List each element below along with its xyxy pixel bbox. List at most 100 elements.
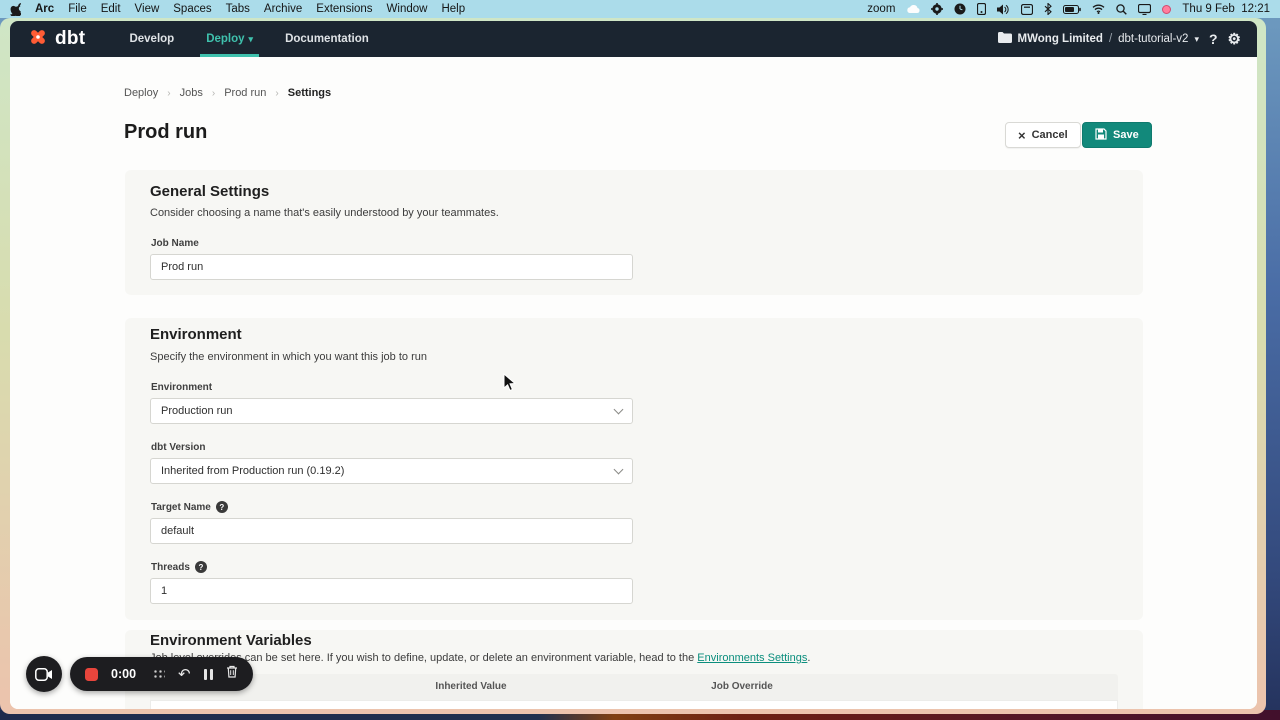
threads-input[interactable] bbox=[150, 578, 633, 604]
menubar-item-archive[interactable]: Archive bbox=[264, 3, 302, 15]
environment-variables-description: Job level overrides can be set here. If … bbox=[150, 652, 1110, 664]
cancel-button[interactable]: × Cancel bbox=[1005, 122, 1081, 148]
env-vars-table-row bbox=[150, 700, 1118, 709]
help-tooltip-icon[interactable]: ? bbox=[195, 561, 207, 573]
breadcrumb-prod-run[interactable]: Prod run bbox=[224, 87, 266, 99]
nav-items: Develop Deploy ▾ Documentation bbox=[113, 21, 384, 57]
help-icon[interactable]: ? bbox=[1209, 32, 1218, 46]
environment-card: Environment Specify the environment in w… bbox=[125, 318, 1143, 620]
menubar-item-view[interactable]: View bbox=[135, 3, 160, 15]
nav-develop-label: Develop bbox=[129, 33, 174, 45]
environments-settings-link[interactable]: Environments Settings bbox=[697, 652, 807, 664]
dbt-logo-icon bbox=[26, 25, 50, 54]
browser-window: dbt Develop Deploy ▾ Documentation MWong… bbox=[10, 21, 1257, 709]
chevron-down-icon: ▾ bbox=[249, 35, 254, 44]
job-name-label: Job Name bbox=[151, 238, 199, 249]
delete-recording-icon[interactable] bbox=[226, 665, 238, 683]
wifi-icon[interactable] bbox=[1092, 4, 1105, 14]
cancel-label: Cancel bbox=[1032, 129, 1068, 141]
cloud-icon[interactable] bbox=[906, 4, 920, 14]
recording-indicator-icon[interactable] bbox=[1162, 5, 1171, 14]
environment-select[interactable]: Production run bbox=[150, 398, 633, 424]
macos-menubar: Arc File Edit View Spaces Tabs Archive E… bbox=[0, 0, 1280, 18]
browser-window-frame: dbt Develop Deploy ▾ Documentation MWong… bbox=[0, 18, 1266, 714]
device-icon[interactable] bbox=[977, 3, 986, 15]
spotlight-search-icon[interactable] bbox=[1116, 4, 1127, 15]
breadcrumb-separator: › bbox=[212, 88, 215, 99]
env-vars-description-period: . bbox=[807, 652, 810, 664]
zoom-menu-item[interactable]: zoom bbox=[867, 3, 895, 15]
breadcrumb-separator: › bbox=[275, 88, 278, 99]
general-settings-card: General Settings Consider choosing a nam… bbox=[125, 170, 1143, 295]
breadcrumb: Deploy › Jobs › Prod run › Settings bbox=[124, 87, 331, 99]
display-icon[interactable] bbox=[1138, 4, 1151, 15]
save-floppy-icon bbox=[1095, 128, 1107, 143]
nav-item-documentation[interactable]: Documentation bbox=[269, 21, 385, 57]
close-icon: × bbox=[1018, 128, 1026, 143]
breadcrumb-deploy[interactable]: Deploy bbox=[124, 87, 158, 99]
menubar-clock[interactable]: Thu 9 Feb 12:21 bbox=[1182, 3, 1270, 15]
apple-logo-icon[interactable] bbox=[10, 3, 21, 16]
window-switcher-icon[interactable] bbox=[1021, 4, 1033, 15]
menubar-left: Arc File Edit View Spaces Tabs Archive E… bbox=[10, 3, 465, 16]
settings-gear-icon[interactable]: ⚙ bbox=[1228, 32, 1241, 47]
environment-select-value: Production run bbox=[161, 405, 233, 417]
menubar-item-extensions[interactable]: Extensions bbox=[316, 3, 372, 15]
job-override-column-header: Job Override bbox=[711, 681, 773, 692]
menubar-item-help[interactable]: Help bbox=[441, 3, 465, 15]
drag-handle-icon[interactable] bbox=[153, 669, 165, 679]
job-name-input[interactable] bbox=[150, 254, 633, 280]
target-name-label: Target Name ? bbox=[151, 501, 228, 513]
help-tooltip-icon[interactable]: ? bbox=[216, 501, 228, 513]
account-switcher[interactable]: MWong Limited / dbt-tutorial-v2 ▾ bbox=[998, 32, 1199, 46]
inherited-value-column-header: Inherited Value bbox=[435, 681, 506, 692]
environment-title: Environment bbox=[150, 326, 242, 343]
menubar-item-window[interactable]: Window bbox=[387, 3, 428, 15]
nav-documentation-label: Documentation bbox=[285, 33, 369, 45]
dbt-navbar: dbt Develop Deploy ▾ Documentation MWong… bbox=[10, 21, 1257, 57]
general-settings-description: Consider choosing a name that's easily u… bbox=[150, 207, 499, 219]
settings-page: Deploy › Jobs › Prod run › Settings Prod… bbox=[10, 57, 1257, 709]
menubar-item-file[interactable]: File bbox=[68, 3, 87, 15]
menubar-app-name[interactable]: Arc bbox=[35, 3, 54, 15]
pause-recording-button[interactable] bbox=[204, 669, 213, 680]
dbt-version-select[interactable]: Inherited from Production run (0.19.2) bbox=[150, 458, 633, 484]
target-name-input[interactable] bbox=[150, 518, 633, 544]
chevron-down-icon: ▾ bbox=[1194, 35, 1199, 44]
restart-recording-icon[interactable]: ↶ bbox=[178, 667, 191, 682]
nav-item-deploy[interactable]: Deploy ▾ bbox=[190, 21, 269, 57]
chevron-down-icon bbox=[614, 405, 624, 415]
settings-gear-icon[interactable] bbox=[931, 3, 943, 15]
chevron-down-icon bbox=[614, 465, 624, 475]
dbt-version-label: dbt Version bbox=[151, 442, 205, 453]
save-label: Save bbox=[1113, 129, 1139, 141]
nav-deploy-label: Deploy bbox=[206, 33, 244, 45]
battery-icon[interactable] bbox=[1063, 5, 1081, 14]
recording-timer: 0:00 bbox=[111, 667, 136, 681]
breadcrumb-separator: › bbox=[167, 88, 170, 99]
target-name-label-text: Target Name bbox=[151, 502, 211, 513]
dbt-brand[interactable]: dbt bbox=[26, 25, 85, 54]
threads-label-text: Threads bbox=[151, 562, 190, 573]
environment-variables-title: Environment Variables bbox=[150, 632, 312, 649]
stop-recording-button[interactable] bbox=[85, 668, 98, 681]
breadcrumb-jobs[interactable]: Jobs bbox=[180, 87, 203, 99]
bluetooth-icon[interactable] bbox=[1044, 3, 1052, 15]
project-name: dbt-tutorial-v2 bbox=[1118, 33, 1188, 45]
menubar-item-spaces[interactable]: Spaces bbox=[173, 3, 211, 15]
clock-icon[interactable] bbox=[954, 3, 966, 15]
environment-select-label: Environment bbox=[151, 382, 212, 393]
account-name: MWong Limited bbox=[1018, 33, 1103, 45]
nav-item-develop[interactable]: Develop bbox=[113, 21, 190, 57]
camera-toggle-button[interactable] bbox=[26, 656, 62, 692]
environment-variables-card: Environment Variables Job level override… bbox=[125, 630, 1143, 709]
org-folder-icon bbox=[998, 32, 1012, 46]
environment-description: Specify the environment in which you wan… bbox=[150, 351, 427, 363]
menubar-right: zoom Thu 9 Feb 12:21 bbox=[867, 3, 1270, 15]
menubar-item-tabs[interactable]: Tabs bbox=[226, 3, 250, 15]
menubar-item-edit[interactable]: Edit bbox=[101, 3, 121, 15]
navbar-right: MWong Limited / dbt-tutorial-v2 ▾ ? ⚙ bbox=[998, 32, 1241, 47]
dbt-logo-text: dbt bbox=[55, 28, 85, 50]
save-button[interactable]: Save bbox=[1082, 122, 1152, 148]
volume-icon[interactable] bbox=[997, 4, 1010, 15]
